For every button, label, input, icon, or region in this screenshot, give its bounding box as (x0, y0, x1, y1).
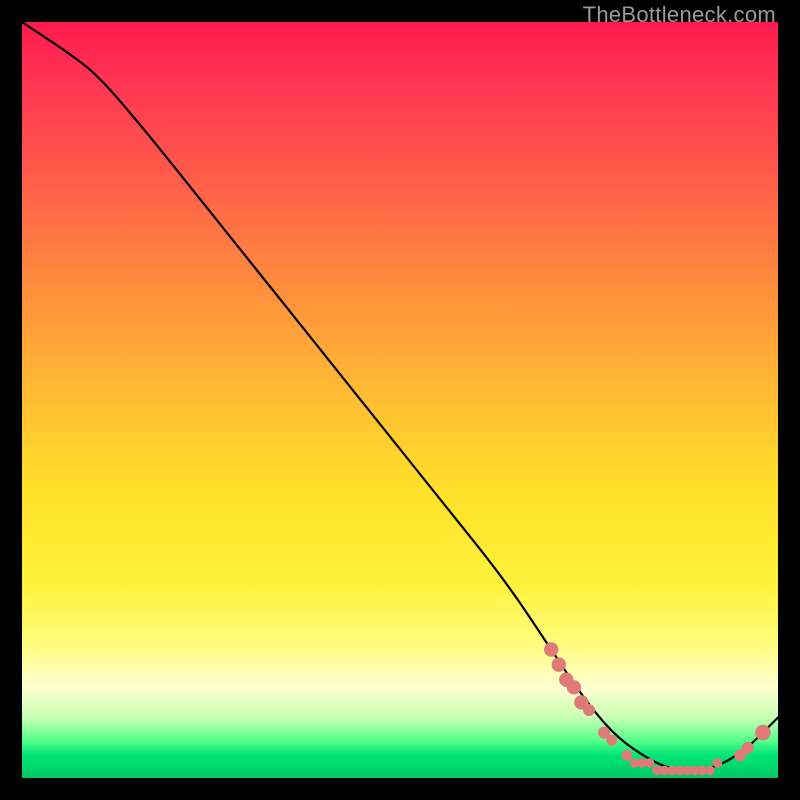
chart-frame: TheBottleneck.com (0, 0, 800, 800)
curve-marker (567, 680, 581, 694)
curve-marker (645, 758, 655, 768)
curve-marker (755, 725, 771, 741)
curve-marker (583, 704, 595, 716)
curve-markers (544, 642, 771, 775)
curve-marker (552, 657, 566, 671)
watermark-text: TheBottleneck.com (583, 2, 776, 28)
curve-marker (705, 766, 715, 776)
curve-marker (606, 735, 617, 746)
curve-marker (713, 758, 723, 768)
chart-plot-area (22, 22, 778, 778)
bottleneck-curve (22, 22, 778, 770)
curve-marker (742, 742, 754, 754)
chart-svg (22, 22, 778, 778)
curve-marker (621, 750, 632, 761)
curve-marker (544, 642, 558, 656)
